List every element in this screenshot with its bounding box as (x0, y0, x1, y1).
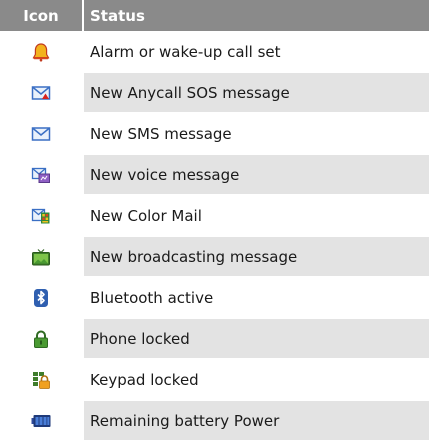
status-icon-table: Icon Status Alarm or wake-up call set Ne… (0, 0, 429, 442)
icon-cell (0, 154, 84, 196)
status-text: Bluetooth active (83, 277, 429, 319)
table-row: Keypad locked (0, 359, 429, 401)
table-row: New SMS message (0, 113, 429, 155)
voice-message-envelope-icon (31, 165, 51, 185)
status-text: New SMS message (83, 113, 429, 155)
table-row: Alarm or wake-up call set (0, 31, 429, 73)
broadcast-tv-icon (31, 247, 51, 267)
icon-cell (0, 113, 84, 155)
status-text: Remaining battery Power (83, 400, 429, 442)
icon-cell (0, 195, 84, 237)
icon-cell (0, 359, 84, 401)
icon-cell (0, 400, 84, 442)
anycall-sos-envelope-icon (31, 83, 51, 103)
status-text: Phone locked (83, 318, 429, 360)
icon-cell (0, 72, 84, 114)
table-row: New broadcasting message (0, 236, 429, 278)
battery-icon (31, 411, 51, 431)
status-text: Keypad locked (83, 359, 429, 401)
status-text: Alarm or wake-up call set (83, 31, 429, 73)
column-header-icon: Icon (0, 0, 84, 32)
alarm-bell-icon (31, 42, 51, 62)
table-row: Bluetooth active (0, 277, 429, 319)
icon-cell (0, 236, 84, 278)
status-text: New Color Mail (83, 195, 429, 237)
table-row: New Color Mail (0, 195, 429, 237)
icon-cell (0, 31, 84, 73)
sms-envelope-icon (31, 124, 51, 144)
color-mail-envelope-icon (31, 206, 51, 226)
bluetooth-icon (31, 288, 51, 308)
column-header-status: Status (83, 0, 429, 32)
table-row: Remaining battery Power (0, 400, 429, 442)
padlock-icon (31, 329, 51, 349)
icon-cell (0, 318, 84, 360)
table-row: New Anycall SOS message (0, 72, 429, 114)
status-text: New broadcasting message (83, 236, 429, 278)
status-text: New voice message (83, 154, 429, 196)
table-row: Phone locked (0, 318, 429, 360)
status-text: New Anycall SOS message (83, 72, 429, 114)
keypad-lock-icon (31, 370, 51, 390)
icon-cell (0, 277, 84, 319)
table-header-row: Icon Status (0, 0, 429, 32)
table-row: New voice message (0, 154, 429, 196)
